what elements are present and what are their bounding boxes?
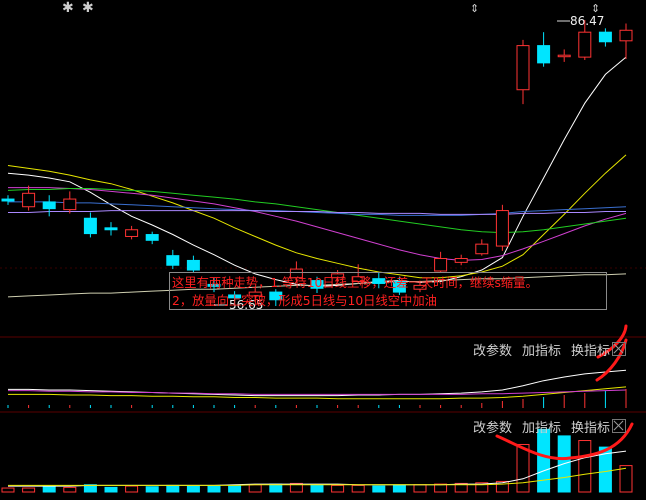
candle-body (454, 258, 468, 263)
indicator2-toolbar: 改参数 加指标 换指标 (473, 417, 610, 436)
candle-body (1, 198, 15, 202)
candle-body (166, 255, 180, 266)
volume-bar (1, 487, 15, 493)
indicator-panel-2 (1, 428, 633, 493)
candle-body (495, 210, 509, 247)
volume-bar (619, 465, 633, 493)
indicator1-toolbar: 改参数 加指标 换指标 (473, 340, 610, 359)
indicator-panel-1 (7, 369, 627, 408)
star-marker-2: ✱ (82, 0, 94, 16)
volume-bar (186, 485, 200, 493)
candle-body (434, 258, 448, 272)
volume-bar (537, 428, 551, 493)
volume-bar (145, 486, 159, 493)
volume-bar (248, 484, 262, 493)
volume-bar (269, 483, 283, 493)
candlesticks (1, 20, 633, 306)
candle-body (557, 54, 571, 58)
volume-ma-line (8, 467, 627, 486)
volume-bar (63, 486, 77, 493)
volume-bar (310, 484, 324, 493)
edit-params-button[interactable]: 改参数 (473, 340, 512, 359)
candle-body (516, 45, 530, 91)
candle-body (619, 29, 633, 42)
volume-bar (125, 485, 139, 493)
switch-indicator-button[interactable]: 换指标 (571, 340, 610, 359)
candle-body (578, 31, 592, 58)
volume-ma-line (8, 450, 627, 487)
candle-body (125, 229, 139, 237)
candle-body (475, 243, 489, 255)
close-icon[interactable] (612, 342, 626, 356)
switch-indicator-button[interactable]: 换指标 (571, 417, 610, 436)
volume-bar (351, 484, 365, 493)
note-line-2: 2，放量向上突破，形成5日线与10日线空中加油 (172, 294, 437, 308)
volume-bar (207, 485, 221, 493)
candle-body (598, 31, 612, 43)
moving-average-lines (7, 56, 627, 298)
add-indicator-button[interactable]: 加指标 (522, 417, 561, 436)
star-marker-1: ✱ (62, 0, 74, 16)
add-indicator-button[interactable]: 加指标 (522, 340, 561, 359)
analysis-note: 这里有两种走势，1.等待10日线上移，还差一天时间，继续s缩量。 2，放量向上突… (169, 272, 607, 310)
volume-bar (372, 485, 386, 493)
close-icon[interactable] (612, 419, 626, 433)
volume-bar (166, 484, 180, 493)
candle-body (145, 234, 159, 241)
candle-body (186, 259, 200, 271)
volume-bar (434, 483, 448, 493)
candle-body (22, 192, 36, 208)
high-price-label: 86.47 (570, 14, 604, 28)
candle-body (63, 198, 77, 211)
volume-bar (413, 484, 427, 493)
candle-body (83, 217, 97, 235)
volume-bar (331, 484, 345, 493)
volume-bar (392, 484, 406, 493)
candle-body (104, 227, 118, 231)
volume-bar (516, 443, 530, 493)
note-line-1: 这里有两种走势，1.等待10日线上移，还差一天时间，继续s缩量。 (172, 276, 538, 290)
ma-line (7, 56, 627, 287)
candle-body (537, 45, 551, 64)
volume-bar (104, 486, 118, 493)
ma-line (7, 154, 627, 279)
edit-params-button[interactable]: 改参数 (473, 417, 512, 436)
candle-body (42, 201, 56, 210)
volume-bar (228, 484, 242, 493)
dividend-marker-1: ⇕ (470, 2, 479, 15)
volume-bar (578, 440, 592, 493)
volume-bar (22, 487, 36, 493)
volume-bar (42, 486, 56, 493)
